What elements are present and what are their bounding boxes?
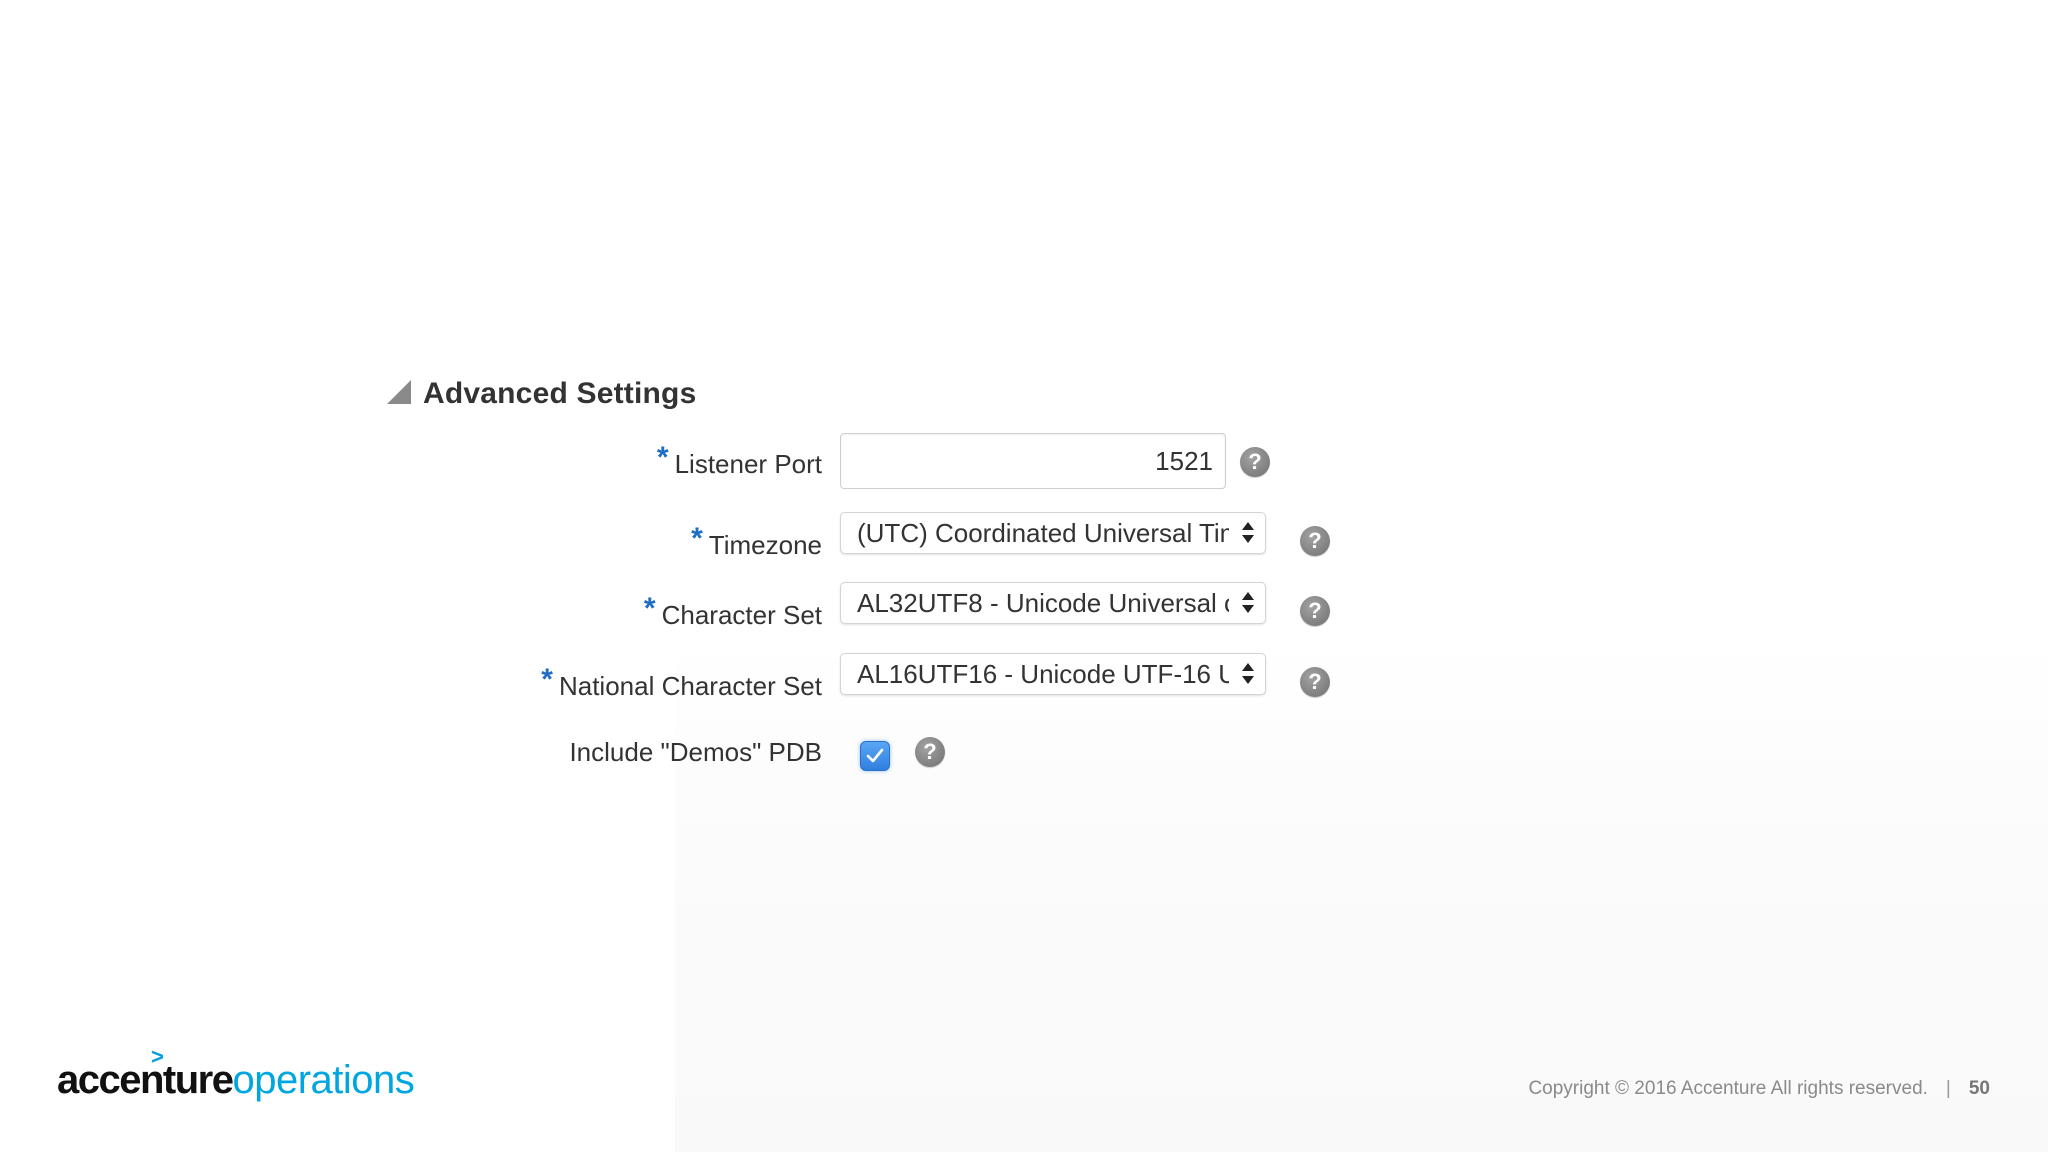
- character-set-value: AL32UTF8 - Unicode Universal c: [857, 587, 1229, 618]
- include-demos-label: Include "Demos" PDB: [569, 737, 822, 767]
- help-icon[interactable]: ?: [1300, 596, 1330, 626]
- help-icon[interactable]: ?: [1240, 447, 1270, 477]
- listener-port-label: * Listener Port: [656, 441, 822, 479]
- required-asterisk: *: [656, 441, 669, 474]
- timezone-value: (UTC) Coordinated Universal Tim: [857, 517, 1229, 548]
- timezone-select[interactable]: (UTC) Coordinated Universal Tim: [840, 512, 1266, 554]
- help-icon[interactable]: ?: [915, 737, 945, 767]
- advanced-settings-header[interactable]: Advanced Settings: [387, 377, 696, 411]
- page-number: 50: [1968, 1078, 1990, 1099]
- help-icon[interactable]: ?: [1300, 526, 1330, 556]
- section-title: Advanced Settings: [423, 377, 697, 410]
- disclosure-triangle-icon[interactable]: [387, 380, 411, 404]
- checkmark-icon: [866, 748, 884, 763]
- background-shade: [675, 640, 2048, 1152]
- copyright-text: Copyright © 2016 Accenture All rights re…: [1528, 1078, 1928, 1099]
- select-arrows-icon: [1241, 589, 1255, 617]
- slide: Advanced Settings *Listener Port ? *Time…: [0, 0, 2048, 1152]
- timezone-row: * Timezone (UTC) Coordinated Universal Ti…: [0, 510, 2048, 570]
- required-asterisk: *: [541, 663, 553, 696]
- listener-port-row: *Listener Port ?: [0, 433, 2048, 493]
- national-character-set-select[interactable]: AL16UTF16 - Unicode UTF-16 U: [840, 653, 1266, 695]
- select-arrows-icon: [1241, 660, 1255, 688]
- character-set-select[interactable]: AL32UTF8 - Unicode Universal c: [840, 582, 1266, 624]
- national-character-set-value: AL16UTF16 - Unicode UTF-16 U: [857, 658, 1229, 689]
- select-arrows-icon: [1241, 519, 1255, 547]
- character-set-row: * Character Set AL32UTF8 - Unicode Univer…: [0, 580, 2048, 640]
- national-character-set-row: * National Character Set AL16UTF16 - Unic…: [0, 651, 2048, 711]
- include-demos-checkbox[interactable]: [860, 741, 890, 771]
- required-asterisk: *: [643, 592, 656, 625]
- required-asterisk: *: [691, 522, 703, 555]
- character-set-label: * Character Set: [643, 592, 822, 630]
- timezone-label: * Timezone: [691, 522, 822, 560]
- logo-wordmark: accentureoperations: [57, 1058, 415, 1102]
- national-character-set-label: * National Character Set: [541, 663, 822, 701]
- include-demos-row: Include "Demos" PDB ?: [0, 735, 2048, 795]
- footer-separator: |: [1945, 1078, 1951, 1099]
- footer-info: Copyright © 2016 Accenture All rights re…: [1528, 1078, 1990, 1100]
- help-icon[interactable]: ?: [1300, 667, 1330, 697]
- listener-port-input[interactable]: [840, 433, 1226, 489]
